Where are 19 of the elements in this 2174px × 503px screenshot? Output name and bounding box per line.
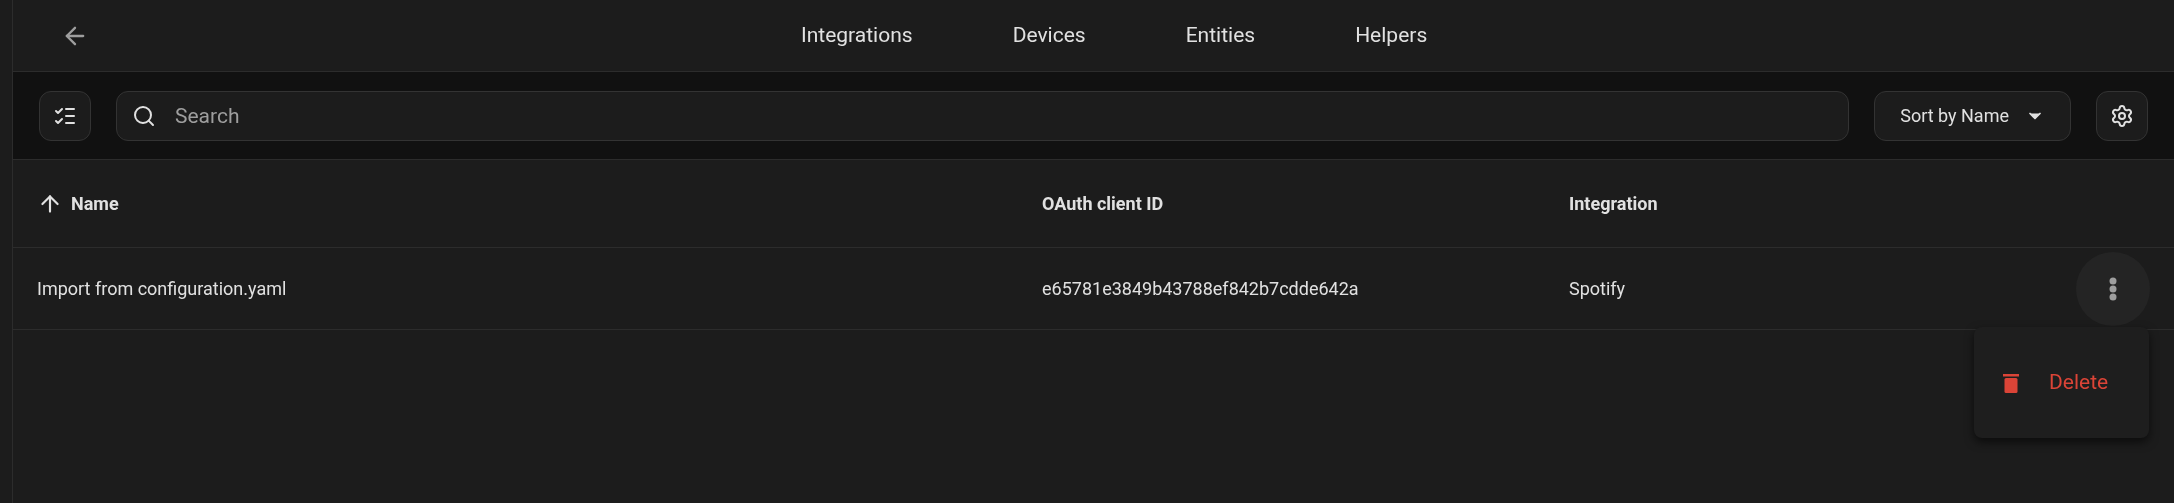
nav-tab[interactable]: Entities: [1135, 0, 1306, 72]
table-cell: Spotify: [1569, 278, 1626, 299]
nav-tab[interactable]: Integrations: [751, 0, 963, 72]
table-settings-button[interactable]: [2096, 90, 2148, 141]
sort-dropdown[interactable]: Sort by Name: [1874, 90, 2071, 141]
trash-icon: [2003, 372, 2019, 393]
search-icon: [132, 103, 156, 128]
column-header[interactable]: OAuth client ID: [1042, 190, 1164, 217]
search-field[interactable]: Search: [116, 90, 1850, 141]
column-header[interactable]: Integration: [1569, 190, 1658, 217]
table-cell: e65781e3849b43788ef842b7cdde642a: [1042, 278, 1359, 299]
table-cell: Import from configuration.yaml: [37, 278, 287, 299]
selection-mode-button[interactable]: [39, 90, 91, 141]
column-header[interactable]: Name: [71, 190, 119, 217]
menu-item[interactable]: Delete: [1974, 354, 2149, 411]
nav-tab[interactable]: Devices: [962, 0, 1136, 72]
table-settings-icon: [2110, 103, 2134, 128]
more-icon: [2109, 276, 2117, 301]
nav-tab[interactable]: Helpers: [1305, 0, 1478, 72]
